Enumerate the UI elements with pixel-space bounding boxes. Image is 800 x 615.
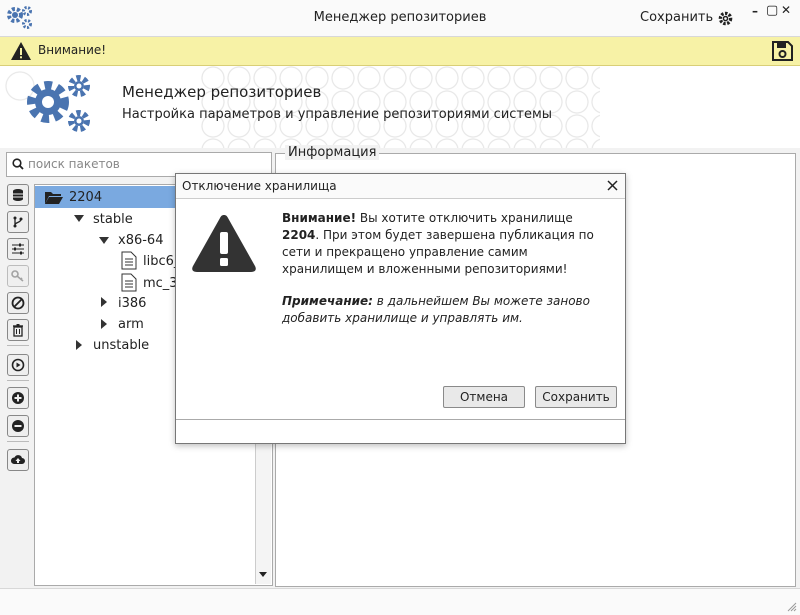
database-button[interactable] bbox=[7, 184, 29, 206]
info-panel-legend: Информация bbox=[285, 145, 380, 160]
warning-icon bbox=[11, 42, 31, 60]
file-icon bbox=[121, 251, 137, 270]
save-disk-icon[interactable] bbox=[771, 40, 795, 62]
search-placeholder: поиск пакетов bbox=[28, 157, 120, 171]
dialog-warning-text1: Вы хотите отключить хранилище bbox=[356, 211, 573, 225]
dialog-title: Отключение хранилища bbox=[182, 179, 337, 193]
expand-arrow-icon[interactable] bbox=[99, 237, 109, 244]
dialog-note-paragraph: Примечание: в дальнейшем Вы можете занов… bbox=[282, 293, 607, 327]
scroll-down-arrow-icon[interactable] bbox=[259, 572, 267, 577]
header-title: Менеджер репозиториев bbox=[122, 83, 322, 101]
publish-button[interactable] bbox=[7, 354, 29, 376]
collapsed-arrow-icon[interactable] bbox=[101, 297, 107, 307]
dialog-warning-text2: . При этом будет завершена публикация по… bbox=[282, 228, 594, 276]
search-icon bbox=[12, 158, 24, 170]
warning-bar: Внимание! bbox=[0, 37, 800, 66]
file-icon bbox=[121, 273, 137, 292]
branch-button[interactable] bbox=[7, 211, 29, 233]
disable-storage-dialog: Отключение хранилища Внимание! Вы хотите… bbox=[175, 173, 626, 444]
collapsed-arrow-icon[interactable] bbox=[101, 319, 107, 329]
tree-node-unstable[interactable]: unstable bbox=[93, 338, 149, 353]
sliders-icon bbox=[12, 243, 24, 255]
dialog-note-bold: Примечание: bbox=[282, 294, 373, 308]
header-subtitle: Настройка параметров и управление репози… bbox=[122, 107, 553, 122]
dialog-close-icon[interactable] bbox=[607, 180, 618, 191]
title-save-button[interactable]: Сохранить bbox=[640, 10, 713, 25]
dialog-warning-bold: Внимание! bbox=[282, 211, 357, 225]
tree-node-arm[interactable]: arm bbox=[118, 317, 144, 332]
delete-button[interactable] bbox=[7, 319, 29, 341]
toolbar-separator bbox=[7, 380, 29, 381]
database-icon bbox=[13, 189, 23, 201]
remove-icon bbox=[12, 420, 24, 432]
trash-icon bbox=[13, 324, 23, 337]
dialog-warning-paragraph: Внимание! Вы хотите отключить хранилище … bbox=[282, 210, 607, 278]
key-icon bbox=[11, 270, 24, 282]
tree-node-mc3[interactable]: mc_3 bbox=[143, 276, 178, 291]
warning-bar-text: Внимание! bbox=[38, 43, 107, 57]
upload-icon bbox=[10, 455, 25, 464]
settings-gear-icon[interactable] bbox=[718, 11, 733, 26]
upload-button[interactable] bbox=[7, 449, 29, 471]
block-icon bbox=[11, 296, 25, 310]
add-icon bbox=[12, 392, 24, 404]
dialog-repo-name: 2204 bbox=[282, 228, 316, 242]
tree-node-i386[interactable]: i386 bbox=[118, 296, 146, 311]
toolbar-separator bbox=[7, 345, 29, 346]
expand-arrow-icon[interactable] bbox=[74, 215, 84, 222]
dialog-footer-divider bbox=[176, 419, 625, 420]
tree-node-2204[interactable]: 2204 bbox=[69, 190, 102, 205]
tree-node-x86-64[interactable]: x86-64 bbox=[118, 233, 163, 248]
settings-button[interactable] bbox=[7, 238, 29, 260]
dialog-warning-icon bbox=[192, 215, 256, 272]
toolbar-separator bbox=[7, 441, 29, 442]
status-bar bbox=[0, 588, 800, 615]
dialog-message: Внимание! Вы хотите отключить хранилище … bbox=[282, 210, 607, 327]
header-gears-icon bbox=[27, 75, 90, 132]
remove-button[interactable] bbox=[7, 415, 29, 437]
tree-node-stable[interactable]: stable bbox=[93, 212, 133, 227]
minimize-button[interactable]: – bbox=[752, 4, 758, 18]
title-bar: Менеджер репозиториев Сохранить – ▢ ✕ bbox=[0, 0, 800, 37]
folder-open-icon bbox=[45, 192, 63, 204]
cancel-button[interactable]: Отмена bbox=[443, 386, 525, 408]
save-button[interactable]: Сохранить bbox=[535, 386, 617, 408]
maximize-button[interactable]: ▢ bbox=[766, 3, 778, 18]
play-icon bbox=[11, 358, 25, 372]
add-button[interactable] bbox=[7, 387, 29, 409]
close-window-button[interactable]: ✕ bbox=[781, 3, 791, 17]
resize-grip-icon[interactable] bbox=[786, 601, 797, 612]
key-button[interactable] bbox=[7, 265, 29, 287]
collapsed-arrow-icon[interactable] bbox=[76, 340, 82, 350]
disable-button[interactable] bbox=[7, 292, 29, 314]
dialog-title-bar: Отключение хранилища bbox=[176, 174, 625, 199]
branch-icon bbox=[13, 216, 23, 228]
